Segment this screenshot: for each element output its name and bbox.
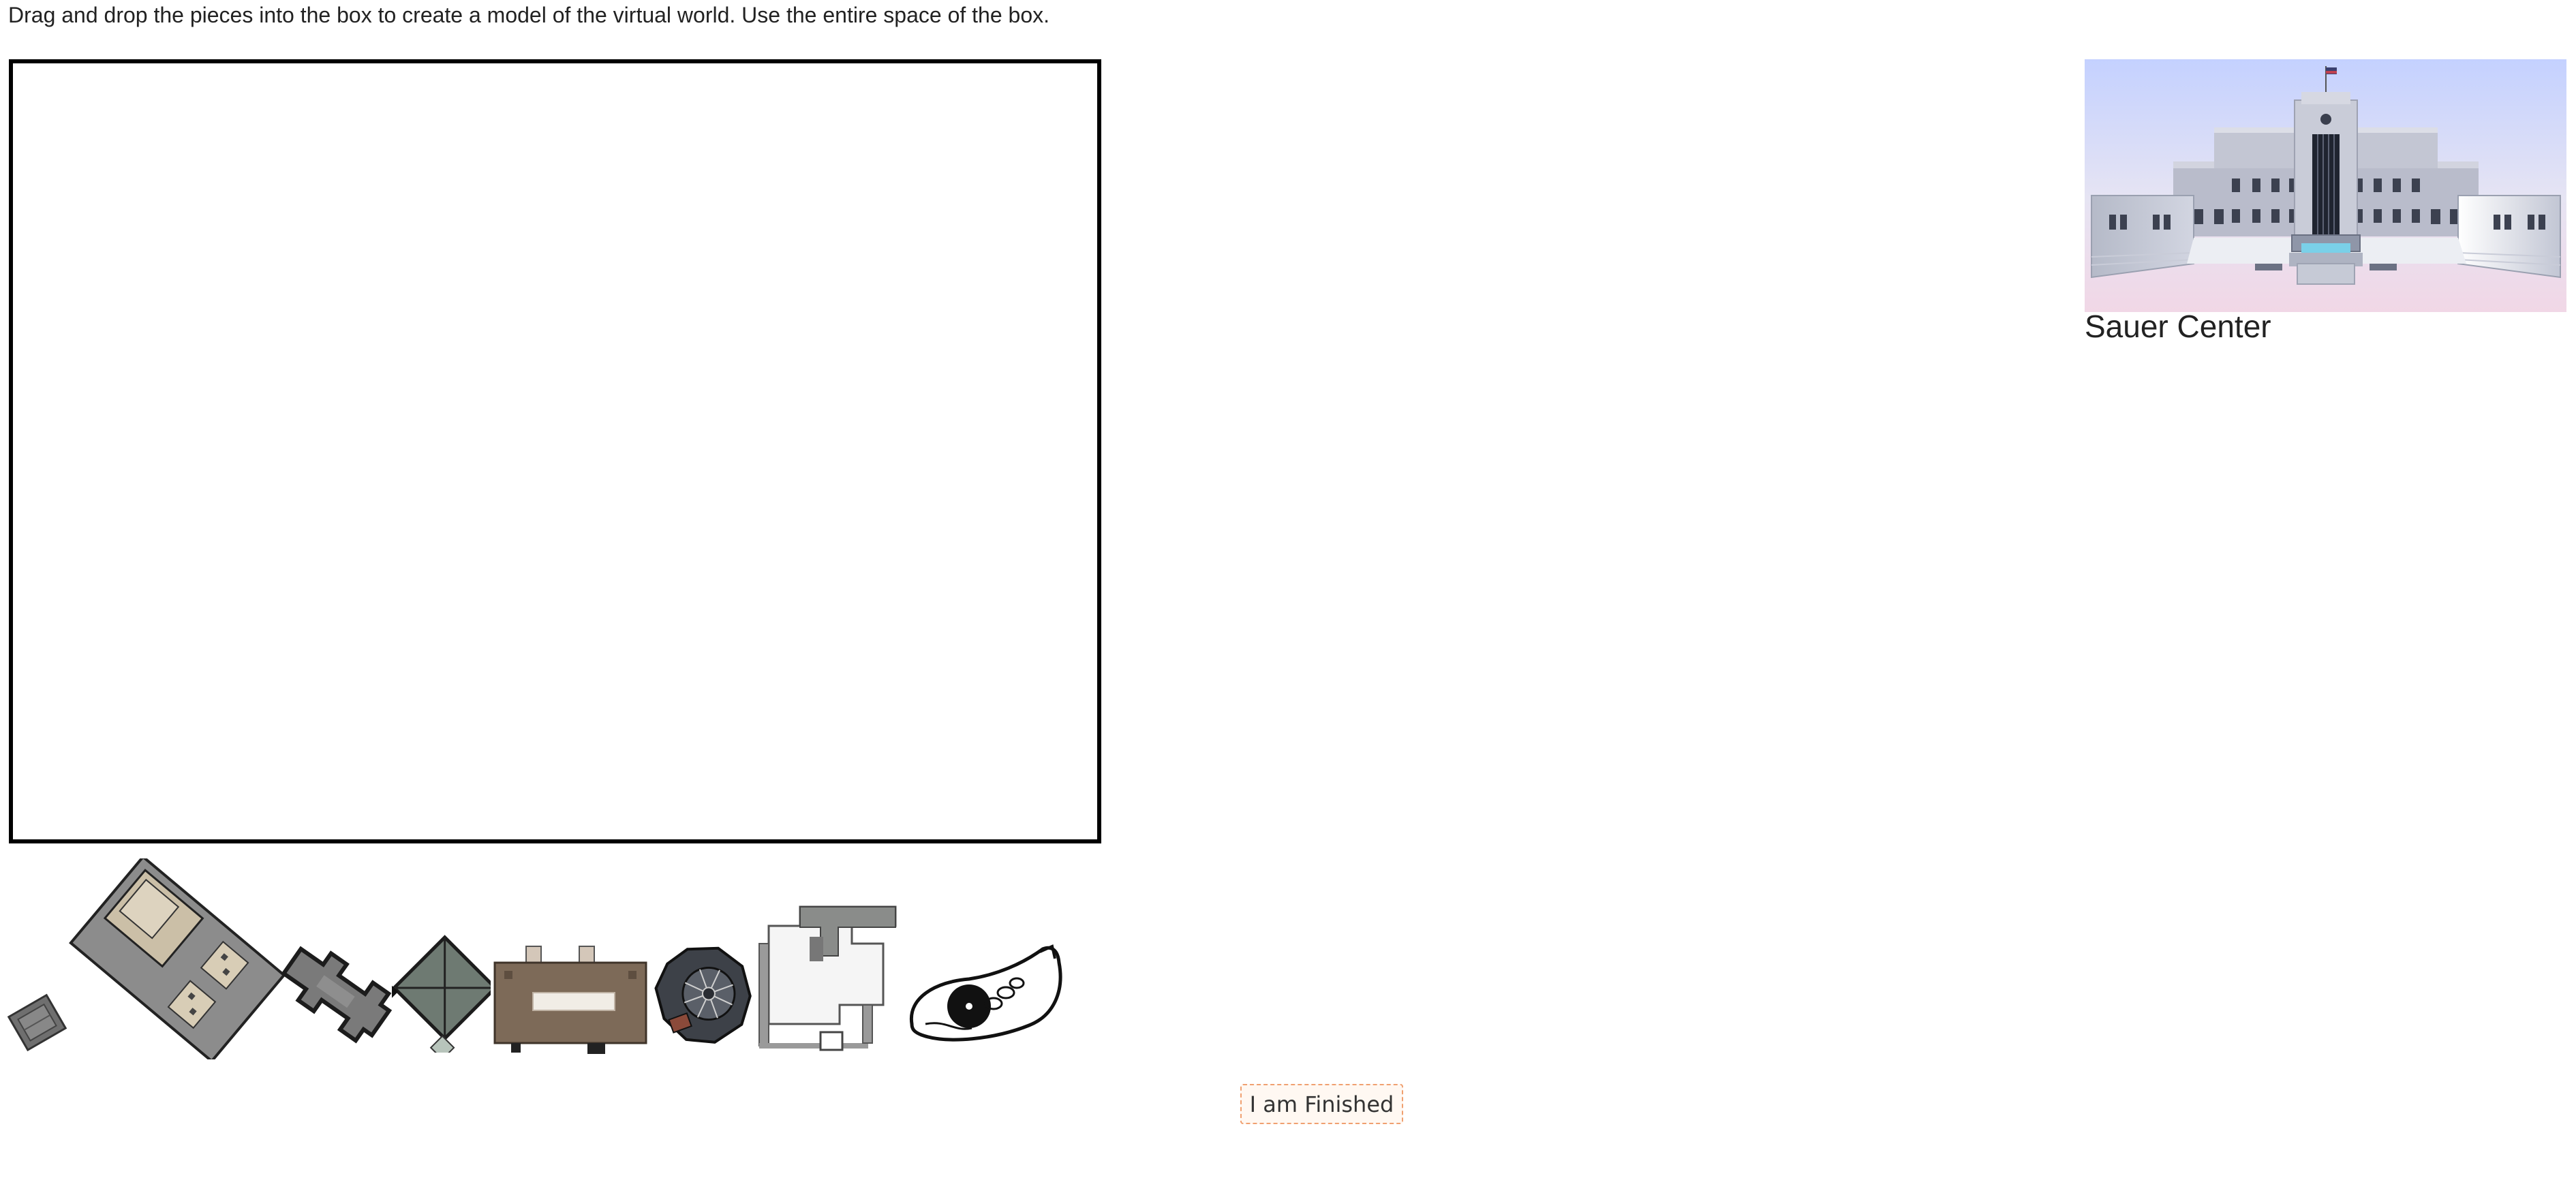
cross-shaped-building-icon[interactable] — [276, 937, 395, 1046]
government-building-image — [2085, 59, 2566, 312]
reference-label: Sauer Center — [2085, 309, 2271, 344]
white-t-shaped-building-icon[interactable] — [750, 903, 905, 1056]
finish-button[interactable]: I am Finished — [1240, 1084, 1403, 1124]
round-dome-building-icon[interactable] — [653, 944, 755, 1046]
outlined-oval-plaza-icon[interactable] — [906, 944, 1063, 1044]
brown-flat-roof-building-icon[interactable] — [492, 944, 649, 1056]
pieces-tray — [0, 848, 1104, 1059]
large-gray-roof-building-icon[interactable] — [65, 858, 290, 1059]
task-instructions: Drag and drop the pieces into the box to… — [8, 3, 1049, 27]
pyramid-roof-building-icon[interactable] — [392, 930, 491, 1053]
drop-box[interactable] — [9, 59, 1101, 843]
small-gray-building-icon[interactable] — [5, 991, 68, 1053]
